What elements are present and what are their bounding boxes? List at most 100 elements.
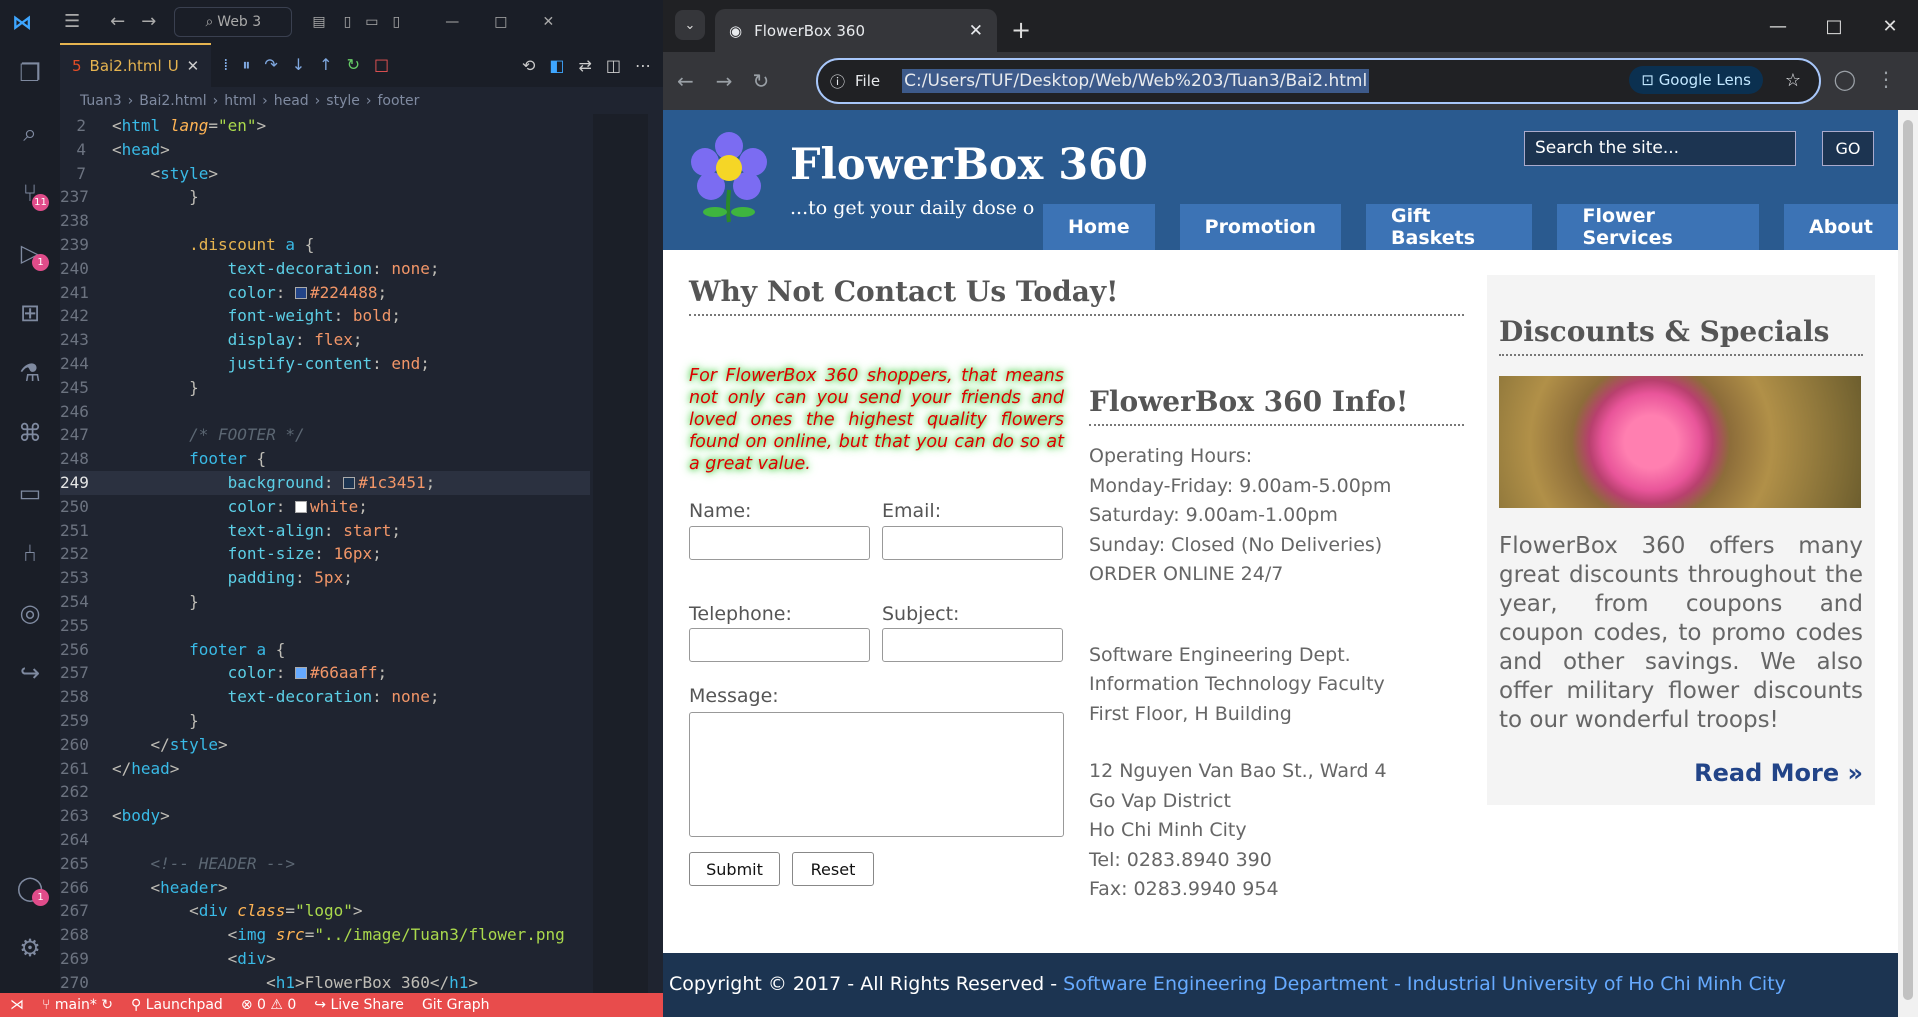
panel-bottom-icon[interactable]: ▭ [365,14,378,30]
code-line[interactable]: 240 text-decoration: none; [60,257,590,281]
name-input[interactable] [689,526,870,560]
drag-handle-icon[interactable]: ⁞ [223,55,228,75]
telephone-input[interactable] [689,628,870,662]
code-line[interactable]: 2 <html lang="en"> [60,114,590,138]
remote-indicator-icon[interactable]: ⋊ [10,997,24,1013]
extensions-icon[interactable]: ⊞ [0,283,60,343]
accounts-icon[interactable]: ◯ 1 [0,858,60,918]
footer-link-department[interactable]: Software Engineering Department [1063,973,1388,995]
code-line[interactable]: 246 [60,400,590,424]
panel-left-icon[interactable]: ▯ [344,14,352,30]
breadcrumb-item[interactable]: style [326,93,360,109]
stop-icon[interactable]: □ [374,55,389,75]
reload-icon[interactable]: ↻ [753,69,770,93]
step-over-icon[interactable]: ↷ [264,55,277,75]
code-line[interactable]: 243 display: flex; [60,328,590,352]
step-into-icon[interactable]: ↓ [292,55,305,75]
footer-link-university[interactable]: Industrial University of Ho Chi Minh Cit… [1407,973,1786,995]
code-line[interactable]: 268 <img src="../image/Tuan3/flower.png [60,923,590,947]
code-line[interactable]: 253 padding: 5px; [60,566,590,590]
email-input[interactable] [882,526,1063,560]
code-line[interactable]: 257 color: #66aaff; [60,661,590,685]
tab-bai2-html[interactable]: 5 Bai2.html U ✕ [60,43,212,87]
breadcrumb-item[interactable]: head [274,93,309,109]
code-line[interactable]: 251 text-align: start; [60,519,590,543]
forward-icon[interactable]: → [716,69,733,93]
launchpad-status[interactable]: ⚲ Launchpad [131,997,223,1013]
nav-home[interactable]: Home [1043,204,1155,250]
code-line[interactable]: 269 <div> [60,947,590,971]
step-out-icon[interactable]: ↑ [319,55,332,75]
code-line[interactable]: 264 [60,828,590,852]
breadcrumb-item[interactable]: html [224,93,256,109]
code-line[interactable]: 247 /* FOOTER */ [60,423,590,447]
forward-icon[interactable]: → [141,11,156,32]
code-line[interactable]: 7 <style> [60,162,590,186]
close-icon[interactable]: ✕ [1862,16,1918,37]
scrollbar-thumb[interactable] [1903,120,1913,1000]
code-line[interactable]: 266 <header> [60,876,590,900]
maximize-icon[interactable]: □ [1806,16,1862,37]
menu-icon[interactable]: ☰ [64,11,80,32]
code-line[interactable]: 254 } [60,590,590,614]
run-debug-icon[interactable]: ▷ 1 [0,223,60,283]
tab-close-icon[interactable]: ✕ [969,21,983,41]
code-line[interactable]: 255 [60,614,590,638]
close-icon[interactable]: ✕ [542,14,554,30]
minimize-icon[interactable]: — [445,14,459,30]
code-line[interactable]: 239 .discount a { [60,233,590,257]
breadcrumb-item[interactable]: Bai2.html [139,93,206,109]
code-line[interactable]: 258 text-decoration: none; [60,685,590,709]
folder-icon[interactable]: ▭ [0,463,60,523]
explorer-icon[interactable]: ❐ [0,43,60,103]
python-icon[interactable]: ⌘ [0,403,60,463]
url-text[interactable]: C:/Users/TUF/Desktop/Web/Web%203/Tuan3/B… [902,69,1370,93]
code-line[interactable]: 259 } [60,709,590,733]
code-line[interactable]: 263 <body> [60,804,590,828]
compare-icon[interactable]: ⇄ [578,56,591,75]
new-tab-icon[interactable]: + [1011,16,1031,44]
nav-promotion[interactable]: Promotion [1179,204,1342,250]
go-button[interactable]: GO [1822,131,1874,166]
bookmark-star-icon[interactable]: ☆ [1785,70,1801,91]
code-line[interactable]: 249 background: #1c3451; [60,470,590,495]
remote-icon[interactable]: ◎ [0,583,60,643]
read-more-link[interactable]: Read More » [1499,759,1863,787]
minimize-icon[interactable]: — [1750,16,1806,37]
git-graph-status[interactable]: Git Graph [422,997,490,1013]
menu-dots-icon[interactable]: ⋮ [1876,67,1896,91]
code-line[interactable]: 265 <!-- HEADER --> [60,852,590,876]
code-line[interactable]: 270 <h1>FlowerBox 360</h1> [60,971,590,994]
code-line[interactable]: 242 font-weight: bold; [60,304,590,328]
branch-status[interactable]: ⑂ main* ↻ [42,997,113,1013]
code-line[interactable]: 241 color: #224488; [60,281,590,305]
breadcrumb-item[interactable]: Tuan3 [80,93,122,109]
profile-icon[interactable]: ◯ [1834,67,1856,91]
code-line[interactable]: 248 footer { [60,447,590,471]
source-control-icon[interactable]: ⑂ 11 [0,163,60,223]
breadcrumb-item[interactable]: footer [377,93,419,109]
code-line[interactable]: 256 footer a { [60,638,590,662]
site-search-input[interactable]: Search the site... [1524,131,1796,166]
code-line[interactable]: 262 [60,780,590,804]
code-editor[interactable]: 2 <html lang="en"> 4 <head> 7 <style> 237 } 23… [60,114,590,994]
code-line[interactable]: 4 <head> [60,138,590,162]
panel-right-icon[interactable]: ▯ [393,14,401,30]
reset-button[interactable]: Reset [792,852,874,886]
tab-search-icon[interactable]: ⌄ [675,10,705,40]
live-share-icon[interactable]: ↪ [0,643,60,703]
testing-icon[interactable]: ⚗ [0,343,60,403]
minimap[interactable] [593,114,648,994]
command-search[interactable]: ⌕ Web 3 [174,6,293,37]
browser-tab[interactable]: ◉ FlowerBox 360 ✕ [715,9,997,52]
restart-icon[interactable]: ↻ [347,55,360,75]
code-line[interactable]: 252 font-size: 16px; [60,542,590,566]
page-scrollbar[interactable] [1898,110,1918,1017]
back-icon[interactable]: ← [110,11,125,32]
layout-icon[interactable]: ▤ [312,14,325,30]
code-line[interactable]: 261 </head> [60,757,590,781]
code-line[interactable]: 250 color: white; [60,495,590,519]
message-textarea[interactable] [689,712,1064,837]
search-icon[interactable]: ⌕ [0,103,60,163]
back-icon[interactable]: ← [677,69,694,93]
